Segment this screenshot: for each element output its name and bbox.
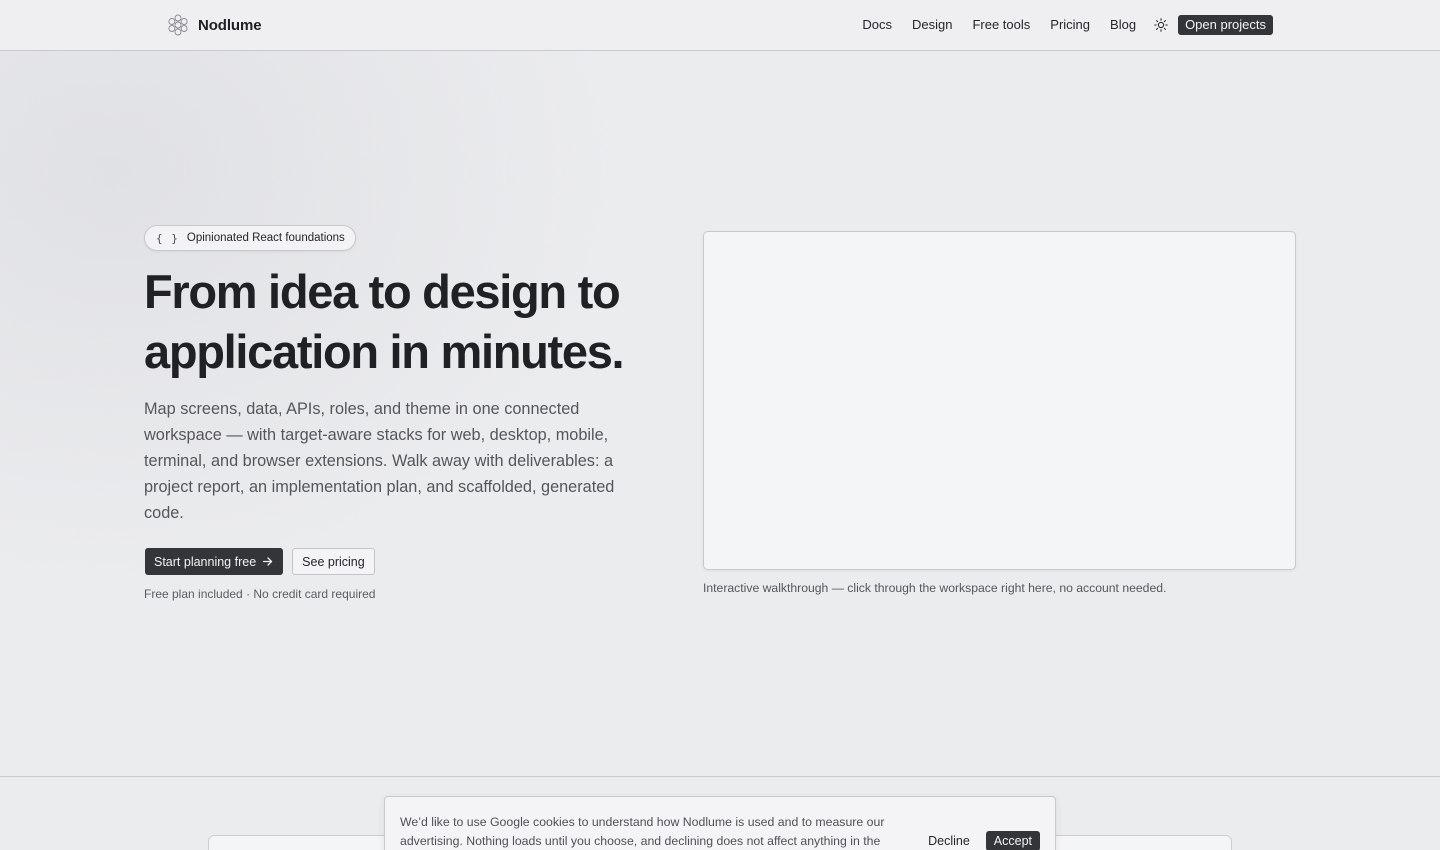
workspace-preview[interactable] [703,231,1296,570]
nav-link-blog[interactable]: Blog [1110,15,1136,35]
nav-link-docs[interactable]: Docs [862,15,892,35]
brand-logo[interactable]: Nodlume [166,13,262,37]
cookie-actions: Decline Accept [928,831,1040,850]
preview-caption: Interactive walkthrough — click through … [703,581,1167,595]
braces-icon: { } [156,231,179,245]
hero-fineprint: Free plan included · No credit card requ… [144,587,376,601]
cookie-banner: We’d like to use Google cookies to under… [384,796,1056,850]
brand-name: Nodlume [198,16,262,34]
cookie-decline-button[interactable]: Decline [928,834,970,848]
nav-links: Docs Design Free tools Pricing Blog Open… [862,15,1273,35]
nav-link-pricing[interactable]: Pricing [1050,15,1090,35]
cookie-message: We’d like to use Google cookies to under… [400,815,885,848]
badge-label: Opinionated React foundations [186,232,345,244]
nav-link-free-tools[interactable]: Free tools [972,15,1030,35]
hero-headline: From idea to design to application in mi… [144,265,625,378]
nodlume-logo-icon [168,14,188,36]
top-navigation: Nodlume Docs Design Free tools Pricing B… [0,0,1440,51]
nav-link-design[interactable]: Design [912,15,952,35]
hero-cta-row: Start planning free See pricing [145,548,375,575]
hero-badge: { } Opinionated React foundations [144,225,356,251]
cookie-accept-button[interactable]: Accept [985,831,1040,850]
sun-icon[interactable] [1154,18,1168,32]
hero-subtext: Map screens, data, APIs, roles, and them… [144,400,615,522]
start-planning-button[interactable]: Start planning free [145,548,284,575]
arrow-right-icon [263,557,273,566]
see-pricing-button[interactable]: See pricing [292,548,375,575]
open-projects-button[interactable]: Open projects [1178,15,1273,35]
section-divider [0,776,1440,777]
see-pricing-label: See pricing [302,554,365,569]
start-planning-label: Start planning free [154,554,257,569]
